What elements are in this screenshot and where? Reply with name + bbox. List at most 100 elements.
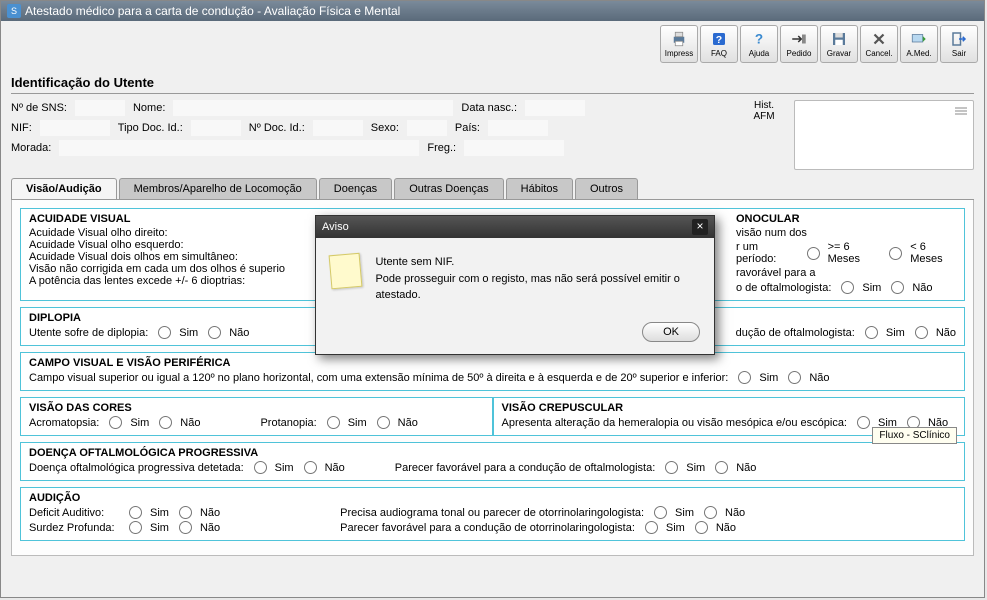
- tab-membros[interactable]: Membros/Aparelho de Locomoção: [119, 178, 317, 199]
- amed-button[interactable]: A.Med.: [900, 25, 938, 63]
- morada-label: Morada:: [11, 142, 51, 154]
- aud-l4: Parecer favorável para a condução de oto…: [340, 522, 635, 534]
- pais-value: [488, 120, 548, 136]
- app-icon: S: [7, 4, 21, 18]
- toolbar: Impress ?FAQ ?Ajuda Pedido Gravar Cancel…: [1, 21, 984, 67]
- doprog-l2: Parecer favorável para a condução de oft…: [395, 462, 656, 474]
- campo-l1: Campo visual superior ou igual a 120º no…: [29, 372, 728, 384]
- campo-sim[interactable]: Sim: [738, 371, 778, 384]
- doprog2-nao[interactable]: Não: [715, 461, 756, 474]
- doprog1-sim[interactable]: Sim: [254, 461, 294, 474]
- exit-icon: [950, 30, 968, 48]
- help-button[interactable]: ?Ajuda: [740, 25, 778, 63]
- x-icon: [870, 30, 888, 48]
- sns-value: [75, 100, 125, 116]
- prot-nao[interactable]: Não: [377, 416, 418, 429]
- modal-footer: OK: [316, 314, 714, 354]
- aud4-nao[interactable]: Não: [695, 521, 736, 534]
- mono-ge6[interactable]: >= 6 Meses: [807, 241, 880, 265]
- diplopia-sim[interactable]: Sim: [158, 326, 198, 339]
- cancel-button[interactable]: Cancel.: [860, 25, 898, 63]
- print-button[interactable]: Impress: [660, 25, 698, 63]
- diplopia-l1: Utente sofre de diplopia:: [29, 327, 148, 339]
- notes-box[interactable]: [794, 100, 974, 170]
- window-title: Atestado médico para a carta de condução…: [25, 4, 400, 18]
- ident-grid: Nº de SNS: Nome: Data nasc.: NIF: Tipo D…: [11, 100, 974, 170]
- mono-l3: ravorável para a: [736, 267, 816, 279]
- aud2-sim[interactable]: Sim: [129, 521, 169, 534]
- acro-sim[interactable]: Sim: [109, 416, 149, 429]
- help-icon: ?: [750, 30, 768, 48]
- diplopia2-nao[interactable]: Não: [915, 326, 956, 339]
- svg-text:?: ?: [716, 34, 722, 46]
- datanasc-value: [525, 100, 585, 116]
- prot-sim[interactable]: Sim: [327, 416, 367, 429]
- datanasc-label: Data nasc.:: [461, 102, 517, 114]
- crep-title: VISÃO CREPUSCULAR: [502, 402, 957, 414]
- aud4-sim[interactable]: Sim: [645, 521, 685, 534]
- tab-doencas[interactable]: Doenças: [319, 178, 392, 199]
- doprog-l1: Doença oftalmológica progressiva detetad…: [29, 462, 244, 474]
- modal-text: Utente sem NIF. Pode prosseguir com o re…: [375, 254, 700, 304]
- mono-lt6[interactable]: < 6 Meses: [889, 241, 956, 265]
- doprog-title: DOENÇA OFTALMOLÓGICA PROGRESSIVA: [29, 447, 956, 459]
- tipodoc-value: [191, 120, 241, 136]
- save-button[interactable]: Gravar: [820, 25, 858, 63]
- modal-title: Aviso: [322, 221, 349, 233]
- diplopia-l2: dução de oftalmologista:: [736, 327, 855, 339]
- acro-nao[interactable]: Não: [159, 416, 200, 429]
- diplopia-nao[interactable]: Não: [208, 326, 249, 339]
- modal-close-button[interactable]: ×: [692, 219, 708, 235]
- aud1-sim[interactable]: Sim: [129, 506, 169, 519]
- exit-button[interactable]: Sair: [940, 25, 978, 63]
- doprog2-sim[interactable]: Sim: [665, 461, 705, 474]
- tab-habitos[interactable]: Hábitos: [506, 178, 573, 199]
- diplopia2-sim[interactable]: Sim: [865, 326, 905, 339]
- group-campo: CAMPO VISUAL E VISÃO PERIFÉRICA Campo vi…: [20, 352, 965, 391]
- group-cores: VISÃO DAS CORES Acromatopsia: Sim Não Pr…: [20, 397, 493, 436]
- note-icon: [329, 253, 363, 290]
- svg-text:?: ?: [755, 32, 763, 47]
- doprog1-nao[interactable]: Não: [304, 461, 345, 474]
- nif-label: NIF:: [11, 122, 32, 134]
- aud3-nao[interactable]: Não: [704, 506, 745, 519]
- tab-outros[interactable]: Outros: [575, 178, 638, 199]
- audicao-title: AUDIÇÃO: [29, 492, 956, 504]
- campo-nao[interactable]: Não: [788, 371, 829, 384]
- printer-icon: [670, 30, 688, 48]
- aud-l2: Surdez Profunda:: [29, 522, 119, 534]
- prot-label: Protanopia:: [260, 417, 316, 429]
- sexo-value: [407, 120, 447, 136]
- aud3-sim[interactable]: Sim: [654, 506, 694, 519]
- sns-label: Nº de SNS:: [11, 102, 67, 114]
- aud2-nao[interactable]: Não: [179, 521, 220, 534]
- row-cores-crep: VISÃO DAS CORES Acromatopsia: Sim Não Pr…: [20, 397, 965, 442]
- nome-label: Nome:: [133, 102, 165, 114]
- mono-l2: r um período:: [736, 241, 797, 265]
- faq-button[interactable]: ?FAQ: [700, 25, 738, 63]
- mono-nao[interactable]: Não: [891, 281, 932, 294]
- hist-afm-label: Hist. AFM: [744, 100, 784, 170]
- aud1-nao[interactable]: Não: [179, 506, 220, 519]
- nome-value: [173, 100, 453, 116]
- tab-visao-audicao[interactable]: Visão/Audição: [11, 178, 117, 199]
- aud-l3: Precisa audiograma tonal ou parecer de o…: [340, 507, 644, 519]
- group-audicao: AUDIÇÃO Deficit Auditivo: Sim Não Precis…: [20, 487, 965, 541]
- sexo-label: Sexo:: [371, 122, 399, 134]
- morada-value: [59, 140, 419, 156]
- request-icon: [790, 30, 808, 48]
- warning-modal: Aviso × Utente sem NIF. Pode prosseguir …: [315, 215, 715, 355]
- titlebar: S Atestado médico para a carta de conduç…: [1, 1, 984, 21]
- aud-l1: Deficit Auditivo:: [29, 507, 119, 519]
- amed-icon: [910, 30, 928, 48]
- tooltip: Fluxo - SClínico: [872, 427, 957, 444]
- request-button[interactable]: Pedido: [780, 25, 818, 63]
- campo-title: CAMPO VISUAL E VISÃO PERIFÉRICA: [29, 357, 956, 369]
- mono-sim[interactable]: Sim: [841, 281, 881, 294]
- tab-outras-doencas[interactable]: Outras Doenças: [394, 178, 503, 199]
- modal-line2: Pode prosseguir com o registo, mas não s…: [375, 271, 700, 304]
- modal-ok-button[interactable]: OK: [642, 322, 700, 342]
- mono-title: ONOCULAR: [736, 213, 956, 225]
- pais-label: País:: [455, 122, 480, 134]
- mono-l4: o de oftalmologista:: [736, 282, 831, 294]
